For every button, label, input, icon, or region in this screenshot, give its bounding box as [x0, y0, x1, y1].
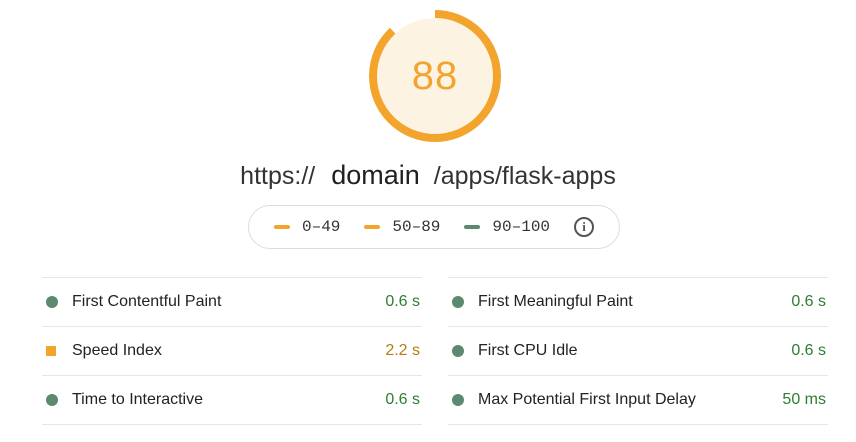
metric-first-meaningful-paint: First Meaningful Paint 0.6 s	[448, 277, 828, 326]
metric-speed-index: Speed Index 2.2 s	[42, 326, 422, 375]
metric-name: First Contentful Paint	[72, 293, 222, 310]
legend-label-average: 50–89	[392, 218, 441, 236]
legend-swatch-fail	[273, 225, 290, 229]
metric-time-to-interactive: Time to Interactive 0.6 s	[42, 375, 422, 425]
pass-dot-icon	[46, 394, 58, 406]
metric-name: Max Potential First Input Delay	[478, 391, 696, 408]
legend-item-fail: 0–49	[273, 218, 341, 236]
legend-item-pass: 90–100	[464, 218, 550, 236]
legend-swatch-pass	[464, 225, 481, 229]
legend-item-average: 50–89	[364, 218, 440, 236]
metric-value: 0.6 s	[385, 293, 420, 310]
performance-score: 88	[411, 53, 459, 98]
performance-score-gauge: 88	[367, 8, 503, 144]
metric-value: 50 ms	[782, 391, 826, 408]
pass-dot-icon	[452, 345, 464, 357]
score-legend: 0–49 50–89 90–100 i	[248, 205, 620, 249]
legend-label-pass: 90–100	[492, 218, 551, 236]
url-path: /apps/flask-apps	[433, 162, 616, 190]
info-icon[interactable]: i	[574, 217, 595, 237]
pass-dot-icon	[46, 296, 58, 308]
pass-dot-icon	[452, 394, 464, 406]
pass-dot-icon	[452, 296, 464, 308]
metric-value: 2.2 s	[385, 342, 420, 359]
tested-url: https:// domain/apps/flask-apps	[0, 160, 856, 191]
metric-name: Speed Index	[72, 342, 162, 359]
metric-name: First CPU Idle	[478, 342, 578, 359]
metric-value: 0.6 s	[791, 293, 826, 310]
metric-name: First Meaningful Paint	[478, 293, 633, 310]
metric-name: Time to Interactive	[72, 391, 204, 408]
url-domain: domain	[331, 160, 420, 190]
legend-swatch-average	[364, 225, 381, 229]
url-prefix: https://	[240, 162, 316, 190]
metric-value: 0.6 s	[791, 342, 826, 359]
metrics-column-left: First Contentful Paint 0.6 s Speed Index…	[42, 277, 422, 425]
legend-label-fail: 0–49	[301, 218, 341, 236]
metrics-column-right: First Meaningful Paint 0.6 s First CPU I…	[448, 277, 828, 425]
average-square-icon	[46, 346, 56, 356]
metric-max-potential-fid: Max Potential First Input Delay 50 ms	[448, 375, 828, 425]
metric-first-cpu-idle: First CPU Idle 0.6 s	[448, 326, 828, 375]
metric-first-contentful-paint: First Contentful Paint 0.6 s	[42, 277, 422, 326]
metric-value: 0.6 s	[385, 391, 420, 408]
